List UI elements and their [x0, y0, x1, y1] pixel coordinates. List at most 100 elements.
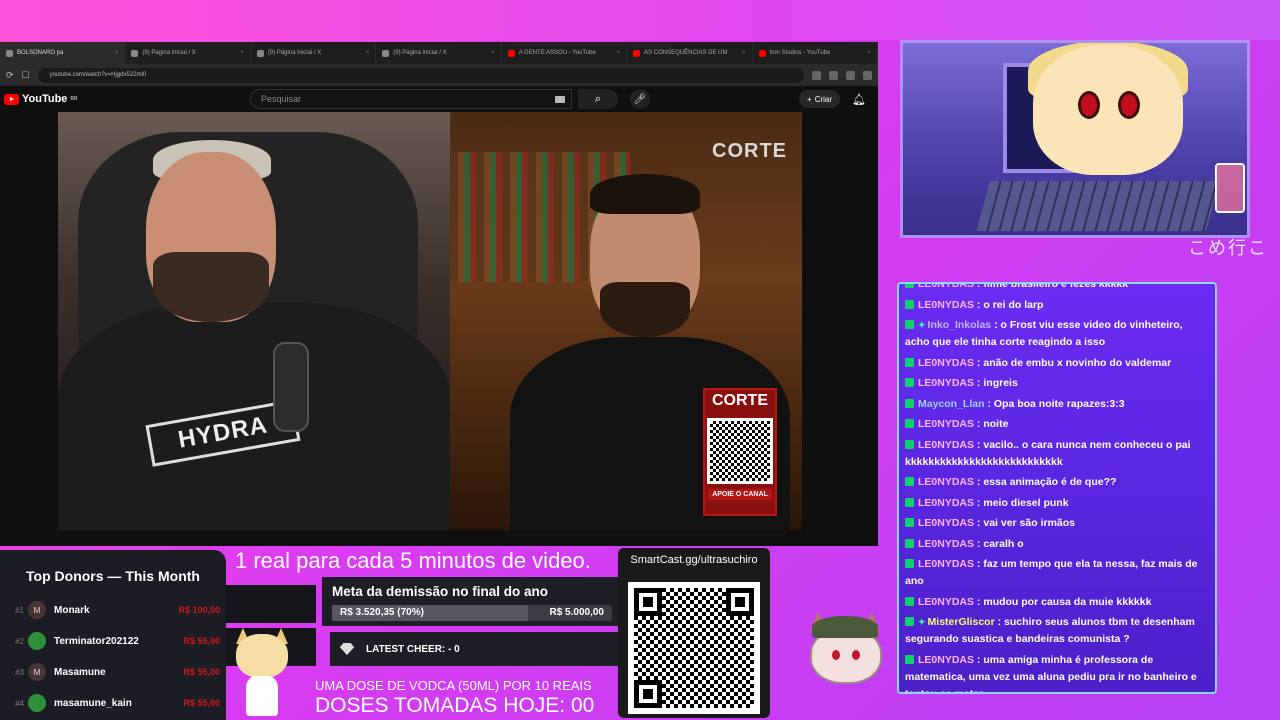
tab-favicon-icon	[131, 49, 139, 57]
donor-avatar: M	[28, 601, 46, 619]
stream-background	[0, 0, 1280, 40]
chat-username[interactable]: LE0NYDAS	[918, 654, 974, 666]
youtube-logo[interactable]: YouTube BR	[4, 93, 244, 105]
chat-username[interactable]: LE0NYDAS	[918, 476, 974, 488]
close-tab-icon[interactable]: ×	[115, 50, 119, 56]
donor-amount: R$ 55,00	[183, 698, 220, 708]
chat-username[interactable]: MisterGliscor	[928, 616, 995, 628]
browser-tab[interactable]: (9) Página inicial / X ×	[251, 42, 377, 64]
chat-text: o rei do larp	[983, 298, 1044, 311]
chat-username[interactable]: LE0NYDAS	[918, 517, 974, 529]
vtuber-camera	[900, 40, 1250, 238]
chat-separator: :	[974, 595, 984, 608]
browser-tab[interactable]: (9) Página inicial / X ×	[125, 42, 251, 64]
mascot-body	[246, 676, 278, 716]
browser-tab[interactable]: Iron Studios - YouTube ×	[753, 42, 878, 64]
chat-username[interactable]: LE0NYDAS	[918, 558, 974, 570]
mod-badge-icon	[905, 497, 914, 507]
extension-icon[interactable]	[829, 70, 838, 80]
donor-amount: R$ 100,00	[178, 605, 220, 615]
mod-badge-icon	[905, 357, 914, 367]
voice-search-button[interactable]: 🎤︎	[630, 89, 650, 109]
browser-tab[interactable]: BOLSONARO pa ×	[0, 42, 126, 64]
goal-current: R$ 3.520,35 (70%)	[340, 607, 424, 618]
chat-message: ✦ MisterGliscor : suchiro seus alunos tbm…	[905, 614, 1209, 648]
browser-tab[interactable]: (9) Página inicial / X ×	[376, 42, 502, 64]
bookmark-icon[interactable]: ☐	[22, 70, 30, 81]
address-bar[interactable]: youtube.com/watch?v=Hjgdv522ml0	[37, 67, 804, 83]
tab-favicon-icon	[6, 49, 13, 57]
left-camera-feed: HYDRA	[58, 112, 450, 530]
tab-favicon-icon	[256, 49, 264, 57]
donor-avatar	[28, 632, 46, 650]
chat-text: anão de embu x novinho do valdemar	[983, 356, 1172, 369]
chat-username[interactable]: LE0NYDAS	[918, 497, 974, 509]
goal-progress-bar: R$ 3.520,35 (70%) R$ 5.000,00	[332, 605, 612, 621]
tab-label: BOLSONARO pa	[17, 50, 64, 56]
chat-username[interactable]: Inko_Inkolas	[928, 319, 992, 331]
chat-message: LE0NYDAS : o rei do larp	[905, 297, 1209, 314]
close-tab-icon[interactable]: ×	[240, 50, 244, 56]
keyboard-icon[interactable]	[555, 95, 565, 103]
close-tab-icon[interactable]: ×	[491, 50, 495, 56]
mod-badge-icon	[905, 320, 914, 329]
streamer-beard	[153, 252, 269, 322]
vtuber-face	[1033, 45, 1183, 175]
chat-username[interactable]: LE0NYDAS	[918, 377, 974, 389]
address-row: ⟳ ☐ youtube.com/watch?v=Hjgdv522ml0	[0, 64, 878, 86]
browser-window: BOLSONARO pa × (9) Página inicial / X × (9) …	[0, 42, 878, 546]
donor-row: #4 masamune_kain R$ 55,00	[0, 690, 226, 716]
mod-badge-icon	[905, 284, 914, 288]
search-input[interactable]: Pesquisar	[250, 89, 572, 109]
browser-tab[interactable]: A GENTE ASSOU - YouTube ×	[502, 42, 628, 64]
chat-messages: LE0NYDAS : filme brasileiro é fezes kkkk…	[899, 282, 1215, 692]
donor-avatar: M	[28, 663, 46, 681]
close-tab-icon[interactable]: ×	[742, 50, 746, 56]
browser-tab[interactable]: AS CONSEQUÊNCIAS DE UM ×	[627, 42, 753, 64]
chat-separator: :	[974, 377, 984, 389]
video-player[interactable]: HYDRA CORTE CORTE APOIE O CANAL	[0, 112, 878, 536]
microphone-icon: 🎤︎	[633, 93, 647, 105]
qr-finder	[634, 588, 662, 616]
chat-message: LE0NYDAS : vacilo.. o cara nunca nem con…	[905, 437, 1209, 471]
chat-username[interactable]: LE0NYDAS	[918, 439, 974, 451]
tab-favicon-icon	[633, 49, 641, 57]
chat-username[interactable]: LE0NYDAS	[918, 357, 974, 369]
mod-badge-icon	[905, 617, 914, 626]
close-tab-icon[interactable]: ×	[366, 50, 370, 56]
notifications-bell-icon[interactable]: 🔔︎	[852, 93, 866, 106]
chat-text: meio diesel punk	[983, 496, 1069, 509]
create-button[interactable]: + Criar	[799, 90, 841, 108]
top-donors-title: Top Donors — This Month	[26, 568, 200, 584]
mod-badge-icon	[905, 559, 914, 568]
donation-url: SmartCast.gg/ultrasuchiro	[630, 554, 758, 566]
mod-badge-icon	[905, 518, 914, 527]
chat-username[interactable]: Maycon_Llan	[918, 398, 985, 410]
overlay-glyphs: こめ行こ	[1188, 238, 1268, 258]
chat-separator: :	[974, 356, 984, 369]
close-tab-icon[interactable]: ×	[867, 50, 871, 56]
chat-username[interactable]: LE0NYDAS	[918, 284, 974, 290]
chat-separator: :	[974, 282, 984, 290]
donor-name: Terminator202122	[54, 635, 139, 647]
mascot-character	[232, 628, 292, 718]
extension-icon[interactable]	[846, 70, 855, 80]
chat-username[interactable]: LE0NYDAS	[918, 418, 974, 430]
close-tab-icon[interactable]: ×	[617, 50, 621, 56]
guest-hair	[590, 174, 700, 214]
plus-icon: +	[807, 94, 812, 104]
extension-icon[interactable]	[812, 70, 821, 80]
search-button[interactable]: ⌕	[578, 89, 618, 109]
chat-message: LE0NYDAS : meio diesel punk	[905, 495, 1209, 512]
chat-panel[interactable]: LE0NYDAS : filme brasileiro é fezes kkkk…	[897, 282, 1217, 694]
reload-icon[interactable]: ⟳	[6, 70, 14, 81]
extension-icon[interactable]	[863, 70, 872, 80]
chat-username[interactable]: LE0NYDAS	[918, 596, 974, 608]
chat-message: LE0NYDAS : faz um tempo que ela ta nessa…	[905, 556, 1209, 590]
chat-username[interactable]: LE0NYDAS	[918, 299, 974, 311]
sparkle-badge-icon: ✦	[918, 617, 926, 627]
create-label: Criar	[814, 94, 833, 104]
corte-panel-title: CORTE	[712, 392, 768, 409]
chat-username[interactable]: LE0NYDAS	[918, 538, 974, 550]
dark-panel	[226, 585, 316, 623]
